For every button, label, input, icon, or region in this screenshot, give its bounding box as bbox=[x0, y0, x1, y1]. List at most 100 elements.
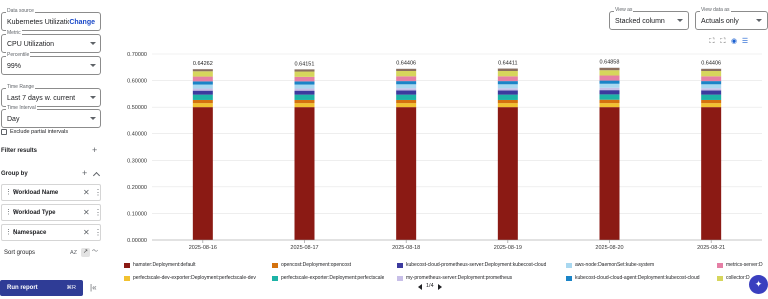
bar-segment bbox=[701, 68, 722, 72]
bar-segment bbox=[701, 84, 722, 89]
legend-label: kubecost-cloud-prometheus-server:Deploym… bbox=[406, 262, 547, 268]
chevron-down-icon bbox=[90, 64, 96, 67]
legend-label: metrics-server:D bbox=[726, 262, 763, 268]
bar-segment bbox=[599, 70, 620, 76]
y-tick-label: 0.40000 bbox=[127, 132, 147, 138]
view-data-as-select[interactable]: View data as Actuals only bbox=[695, 7, 768, 30]
view-as-label: View as bbox=[614, 7, 634, 13]
bar-segment bbox=[192, 71, 213, 77]
legend-item[interactable]: opencost:Deployment:opencost bbox=[272, 262, 351, 268]
legend-item[interactable]: kubecost-cloud-cloud-agent:Deployment:ku… bbox=[566, 275, 700, 281]
chevron-down-icon bbox=[90, 117, 96, 120]
exclude-partial-checkbox[interactable] bbox=[1, 129, 7, 135]
bar-segment bbox=[599, 67, 620, 71]
bar-segment bbox=[599, 75, 620, 81]
bar-segment bbox=[294, 71, 315, 77]
time-interval-select[interactable]: Time Interval Day bbox=[1, 105, 101, 128]
group-by-item[interactable]: ⋮⋮ Workload Name ✕ ⋮ bbox=[1, 184, 102, 201]
bar-segment bbox=[396, 88, 417, 91]
sort-trend-icon[interactable]: ↗ bbox=[81, 248, 90, 257]
group-by-item[interactable]: ⋮⋮ Workload Type ✕ ⋮ bbox=[1, 204, 102, 221]
legend-item[interactable]: hamster:Deployment:default bbox=[124, 262, 196, 268]
x-axis: 2025-08-16 2025-08-17 2025-08-18 2025-08-19… bbox=[152, 239, 762, 251]
bar-segment bbox=[192, 88, 213, 91]
chevron-down-icon bbox=[756, 19, 762, 22]
crop-alt-icon[interactable]: ⛶ bbox=[719, 38, 727, 46]
assistant-fab-button[interactable]: ✦ bbox=[749, 275, 768, 294]
bar-segment bbox=[599, 99, 620, 104]
metric-label: Metric bbox=[6, 30, 22, 36]
change-data-source-link[interactable]: Change bbox=[69, 18, 95, 27]
bar-segment bbox=[396, 81, 417, 85]
bar-segment bbox=[701, 99, 722, 104]
legend-item[interactable]: my-prometheus-server:Deployment:promethe… bbox=[397, 275, 512, 281]
chevron-down-icon bbox=[90, 42, 96, 45]
add-group-icon[interactable]: + bbox=[82, 169, 87, 178]
bar-segment bbox=[701, 107, 722, 240]
prev-page-icon[interactable] bbox=[418, 283, 422, 290]
bar-segment bbox=[396, 68, 417, 72]
more-options-icon[interactable]: ⋮ bbox=[94, 188, 102, 197]
group-by-item[interactable]: ⋮⋮ Namespace ✕ ⋮ bbox=[1, 224, 102, 241]
bar-segment bbox=[701, 90, 722, 95]
bar-segment bbox=[497, 76, 518, 82]
add-filter-icon[interactable]: + bbox=[92, 146, 97, 155]
close-icon[interactable]: ✕ bbox=[83, 228, 90, 237]
bar-segment bbox=[294, 76, 315, 82]
bar-segment bbox=[701, 71, 722, 77]
legend-item[interactable]: collector:D bbox=[717, 275, 750, 281]
chart-grid bbox=[152, 53, 762, 241]
legend-swatch bbox=[566, 262, 572, 268]
y-tick-label: 0.20000 bbox=[127, 185, 147, 191]
legend-label: kubecost-cloud-cloud-agent:Deployment:ku… bbox=[575, 275, 700, 281]
y-tick-label: 0.30000 bbox=[127, 158, 147, 164]
bar-segment bbox=[497, 90, 518, 95]
exclude-partial-row[interactable]: Exclude partial intervals bbox=[1, 128, 68, 136]
close-icon[interactable]: ✕ bbox=[83, 188, 90, 197]
total-label: 0.64262 bbox=[193, 61, 213, 67]
sort-wave-icon[interactable]: 〜 bbox=[92, 248, 98, 257]
legend-swatch bbox=[717, 262, 723, 268]
more-options-icon[interactable]: ⋮ bbox=[94, 228, 102, 237]
bar-segment bbox=[497, 71, 518, 77]
more-options-icon[interactable]: ⋮ bbox=[94, 208, 102, 217]
left-panel: Data source Kubernetes Utilization Chang… bbox=[0, 0, 107, 299]
collapse-panel-icon[interactable]: |« bbox=[90, 283, 97, 292]
y-axis: 0.00000 0.10000 0.20000 0.30000 0.40000 0.500… bbox=[127, 52, 147, 244]
legend-swatch bbox=[397, 275, 403, 281]
bar-segment bbox=[294, 84, 315, 89]
legend-item[interactable]: aws-node:DaemonSet:kube-system bbox=[566, 262, 654, 268]
run-report-button[interactable]: Run report ⌘R bbox=[0, 280, 83, 296]
bar-segment bbox=[294, 69, 315, 72]
sort-groups-label: Sort groups bbox=[4, 250, 36, 256]
close-icon[interactable]: ✕ bbox=[83, 208, 90, 217]
bar-segment bbox=[497, 88, 518, 91]
group-by-heading: Group by bbox=[1, 171, 28, 177]
total-label: 0.64151 bbox=[295, 61, 315, 67]
view-as-select[interactable]: View as Stacked column bbox=[609, 7, 689, 30]
view-data-as-value: Actuals only bbox=[701, 18, 739, 25]
percentile-select[interactable]: Percentile 99% bbox=[1, 52, 101, 75]
data-source-field[interactable]: Data source Kubernetes Utilization Chang… bbox=[1, 8, 101, 31]
chevron-up-icon[interactable] bbox=[92, 171, 101, 180]
sort-alpha-icon[interactable]: AZ bbox=[70, 249, 77, 257]
metric-select[interactable]: Metric CPU Utilization bbox=[1, 30, 101, 53]
total-label: 0.64406 bbox=[701, 61, 721, 67]
legend-swatch bbox=[124, 262, 130, 268]
bar-segment bbox=[192, 94, 213, 100]
eye-icon[interactable]: ◉ bbox=[730, 38, 738, 46]
legend-item[interactable]: metrics-server:D bbox=[717, 262, 763, 268]
bar-segment bbox=[396, 107, 417, 240]
bar-segment bbox=[294, 88, 315, 91]
legend-item[interactable]: perfectscale-dev-exporter:Deployment:per… bbox=[124, 275, 256, 281]
legend-item[interactable]: kubecost-cloud-prometheus-server:Deploym… bbox=[397, 262, 546, 268]
x-tick-label: 2025-08-21 bbox=[697, 245, 725, 251]
bar-segment bbox=[294, 81, 315, 85]
pager-text: 1/4 bbox=[426, 283, 434, 289]
next-page-icon[interactable] bbox=[437, 283, 442, 290]
crop-icon[interactable]: ⛶ bbox=[708, 38, 716, 46]
legend-item[interactable]: perfectscale-exporter:Deployment:perfect… bbox=[272, 275, 384, 281]
menu-icon[interactable]: ☰ bbox=[741, 38, 749, 46]
bar-segment bbox=[294, 94, 315, 100]
legend-pager: 1/4 bbox=[418, 283, 442, 290]
